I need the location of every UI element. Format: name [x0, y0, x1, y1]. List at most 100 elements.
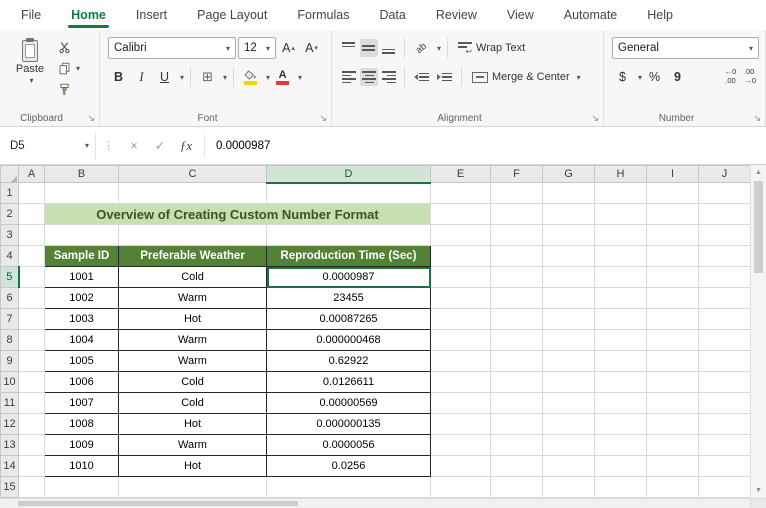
cell-H6[interactable]	[594, 287, 647, 309]
cell-I7[interactable]	[646, 308, 699, 330]
cell-B6[interactable]: 1002	[44, 287, 119, 309]
cell-I9[interactable]	[646, 350, 699, 372]
cell-G8[interactable]	[542, 329, 595, 351]
cell-A15[interactable]	[18, 476, 45, 498]
cell-C7[interactable]: Hot	[118, 308, 267, 330]
column-header-D[interactable]: D	[266, 165, 431, 184]
cell-I13[interactable]	[646, 434, 699, 456]
cell-E1[interactable]	[430, 182, 491, 204]
cell-J11[interactable]	[698, 392, 750, 414]
tab-page-layout[interactable]: Page Layout	[182, 0, 282, 30]
bold-button[interactable]: B	[108, 66, 129, 88]
cell-H9[interactable]	[594, 350, 647, 372]
cell-B7[interactable]: 1003	[44, 308, 119, 330]
cell-A14[interactable]	[18, 455, 45, 477]
cell-G12[interactable]	[542, 413, 595, 435]
column-header-I[interactable]: I	[646, 165, 699, 183]
cell-E2[interactable]	[430, 203, 491, 225]
cell-C12[interactable]: Hot	[118, 413, 267, 435]
fill-color-button[interactable]	[240, 65, 261, 89]
cell-B3[interactable]	[44, 224, 119, 246]
tab-view[interactable]: View	[492, 0, 549, 30]
cell-B4[interactable]: Sample ID	[44, 245, 119, 267]
cell-A10[interactable]	[18, 371, 45, 393]
cell-C10[interactable]: Cold	[118, 371, 267, 393]
align-bottom-button[interactable]	[380, 39, 398, 57]
cell-I6[interactable]	[646, 287, 699, 309]
cell-B12[interactable]: 1008	[44, 413, 119, 435]
row-header-7[interactable]: 7	[0, 308, 19, 330]
cell-I15[interactable]	[646, 476, 699, 498]
align-top-button[interactable]	[340, 39, 358, 57]
wrap-text-button[interactable]: ↩ Wrap Text	[454, 37, 529, 59]
cell-I5[interactable]	[646, 266, 699, 288]
cell-I3[interactable]	[646, 224, 699, 246]
cell-A11[interactable]	[18, 392, 45, 414]
font-dialog-launcher[interactable]: ↘	[319, 113, 327, 124]
row-header-4[interactable]: 4	[0, 245, 19, 267]
clipboard-dialog-launcher[interactable]: ↘	[87, 113, 95, 124]
font-color-button[interactable]: A	[272, 65, 293, 89]
column-header-B[interactable]: B	[44, 165, 119, 183]
cell-J13[interactable]	[698, 434, 750, 456]
cell-G7[interactable]	[542, 308, 595, 330]
cell-J8[interactable]	[698, 329, 750, 351]
cell-H3[interactable]	[594, 224, 647, 246]
cell-C15[interactable]	[118, 476, 267, 498]
tab-file[interactable]: File	[6, 0, 56, 30]
cell-I14[interactable]	[646, 455, 699, 477]
scroll-up-icon[interactable]: ▲	[751, 165, 766, 180]
cell-A9[interactable]	[18, 350, 45, 372]
row-header-9[interactable]: 9	[0, 350, 19, 372]
cell-C13[interactable]: Warm	[118, 434, 267, 456]
borders-button[interactable]: ⊞	[197, 66, 218, 88]
cell-H1[interactable]	[594, 182, 647, 204]
vertical-scroll-thumb[interactable]	[754, 181, 763, 273]
column-header-G[interactable]: G	[542, 165, 595, 183]
cell-G1[interactable]	[542, 182, 595, 204]
cell-G15[interactable]	[542, 476, 595, 498]
cell-H4[interactable]	[594, 245, 647, 267]
cell-F1[interactable]	[490, 182, 543, 204]
select-all-corner[interactable]: ◢	[0, 165, 19, 183]
tab-formulas[interactable]: Formulas	[282, 0, 364, 30]
decrease-font-size-button[interactable]: A ▾	[301, 37, 322, 59]
cell-B1[interactable]	[44, 182, 119, 204]
cell-D14[interactable]: 0.0256	[266, 455, 431, 477]
underline-button[interactable]: U	[154, 66, 175, 88]
row-header-10[interactable]: 10	[0, 371, 19, 393]
row-header-1[interactable]: 1	[0, 182, 19, 204]
cell-J5[interactable]	[698, 266, 750, 288]
tab-help[interactable]: Help	[632, 0, 688, 30]
cell-B5[interactable]: 1001	[44, 266, 119, 288]
row-header-6[interactable]: 6	[0, 287, 19, 309]
cell-I8[interactable]	[646, 329, 699, 351]
formula-input[interactable]: 0.0000987	[210, 140, 766, 152]
cell-F5[interactable]	[490, 266, 543, 288]
insert-function-icon[interactable]: ƒx	[173, 138, 199, 154]
cell-F8[interactable]	[490, 329, 543, 351]
cell-E12[interactable]	[430, 413, 491, 435]
cell-F6[interactable]	[490, 287, 543, 309]
cell-D5[interactable]: 0.0000987	[266, 266, 431, 288]
row-header-13[interactable]: 13	[0, 434, 19, 456]
cell-I4[interactable]	[646, 245, 699, 267]
increase-font-size-button[interactable]: A ▴	[278, 37, 299, 59]
cell-D10[interactable]: 0.0126611	[266, 371, 431, 393]
horizontal-scrollbar[interactable]	[0, 498, 766, 508]
cell-H11[interactable]	[594, 392, 647, 414]
cell-A12[interactable]	[18, 413, 45, 435]
row-header-14[interactable]: 14	[0, 455, 19, 477]
cell-E5[interactable]	[430, 266, 491, 288]
tab-review[interactable]: Review	[421, 0, 492, 30]
cell-J6[interactable]	[698, 287, 750, 309]
column-header-C[interactable]: C	[118, 165, 267, 183]
cell-H15[interactable]	[594, 476, 647, 498]
copy-button[interactable]: ▾	[58, 60, 80, 77]
merge-center-button[interactable]: Merge & Center ▾	[468, 66, 585, 88]
cell-E4[interactable]	[430, 245, 491, 267]
cell-B10[interactable]: 1006	[44, 371, 119, 393]
font-size-select[interactable]: 12 ▾	[238, 37, 276, 59]
font-name-select[interactable]: Calibri ▾	[108, 37, 236, 59]
alignment-dialog-launcher[interactable]: ↘	[591, 113, 599, 124]
